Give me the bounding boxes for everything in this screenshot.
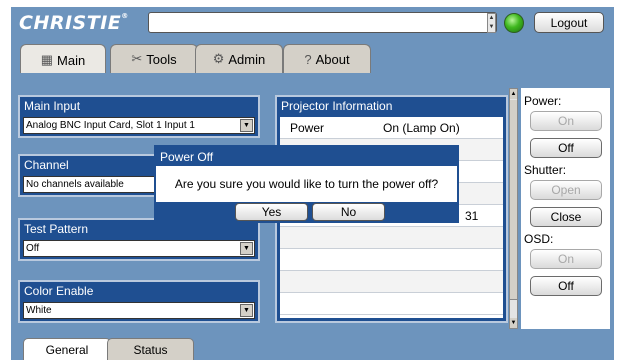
color-enable-panel: Color Enable White ▼	[18, 280, 260, 323]
tab-status[interactable]: Status	[107, 338, 194, 360]
color-enable-select[interactable]: White ▼	[23, 302, 255, 319]
osd-label: OSD:	[524, 232, 554, 246]
chevron-down-icon[interactable]: ▼	[240, 242, 253, 255]
control-column: Power: On Off Shutter: Open Close OSD: O…	[521, 88, 610, 329]
scroll-down-icon[interactable]: ▼	[510, 318, 517, 328]
question-icon: ?	[304, 51, 312, 67]
main-input-select[interactable]: Analog BNC Input Card, Slot 1 Input 1 ▼	[23, 117, 255, 134]
shutter-open-button[interactable]: Open	[530, 180, 602, 200]
osd-on-button[interactable]: On	[530, 249, 602, 269]
tab-about[interactable]: ? About	[283, 44, 371, 73]
no-button[interactable]: No	[312, 203, 385, 221]
table-row	[280, 293, 503, 315]
christie-logo: CHRISTIE®	[19, 11, 129, 34]
test-pattern-select[interactable]: Off ▼	[23, 240, 255, 257]
chevron-down-icon[interactable]: ▼	[240, 304, 253, 317]
tools-icon: ✂	[131, 51, 143, 66]
vertical-scrollbar[interactable]: ▲ ▼	[509, 88, 518, 329]
table-row: Power On (Lamp On)	[280, 117, 503, 139]
scroll-up-icon[interactable]: ▲	[510, 89, 517, 99]
gear-icon: ⚙	[212, 51, 225, 66]
logout-button[interactable]: Logout	[534, 12, 604, 33]
tab-main[interactable]: ▦ Main	[20, 44, 106, 75]
table-row	[280, 227, 503, 249]
projector-info-title: Projector Information	[281, 99, 393, 113]
table-row	[280, 271, 503, 293]
status-field	[148, 12, 497, 33]
test-pattern-title: Test Pattern	[24, 222, 89, 236]
power-off-button[interactable]: Off	[530, 138, 602, 158]
power-label: Power:	[524, 94, 562, 108]
test-pattern-panel: Test Pattern Off ▼	[18, 218, 260, 261]
tab-general[interactable]: General	[23, 338, 111, 360]
scroll-thumb[interactable]	[510, 100, 517, 300]
main-input-title: Main Input	[24, 99, 81, 113]
power-off-dialog: Power Off Are you sure you would like to…	[154, 145, 459, 223]
main-input-panel: Main Input Analog BNC Input Card, Slot 1…	[18, 95, 260, 138]
projector-icon: ▦	[40, 52, 54, 67]
shutter-label: Shutter:	[524, 163, 567, 177]
table-row	[280, 249, 503, 271]
shutter-close-button[interactable]: Close	[530, 207, 602, 227]
color-enable-title: Color Enable	[24, 284, 94, 298]
power-on-button[interactable]: On	[530, 111, 602, 131]
tab-tools[interactable]: ✂ Tools	[110, 44, 198, 73]
dialog-button-bar: Yes No	[156, 202, 457, 221]
osd-off-button[interactable]: Off	[530, 276, 602, 296]
chevron-down-icon[interactable]: ▼	[240, 119, 253, 132]
dialog-message: Are you sure you would like to turn the …	[174, 177, 439, 191]
tab-admin[interactable]: ⚙ Admin	[195, 44, 283, 73]
status-led-icon	[504, 13, 524, 33]
spin-control[interactable]: ▲ ▼	[487, 13, 496, 33]
dialog-title: Power Off	[156, 147, 457, 166]
yes-button[interactable]: Yes	[235, 203, 308, 221]
